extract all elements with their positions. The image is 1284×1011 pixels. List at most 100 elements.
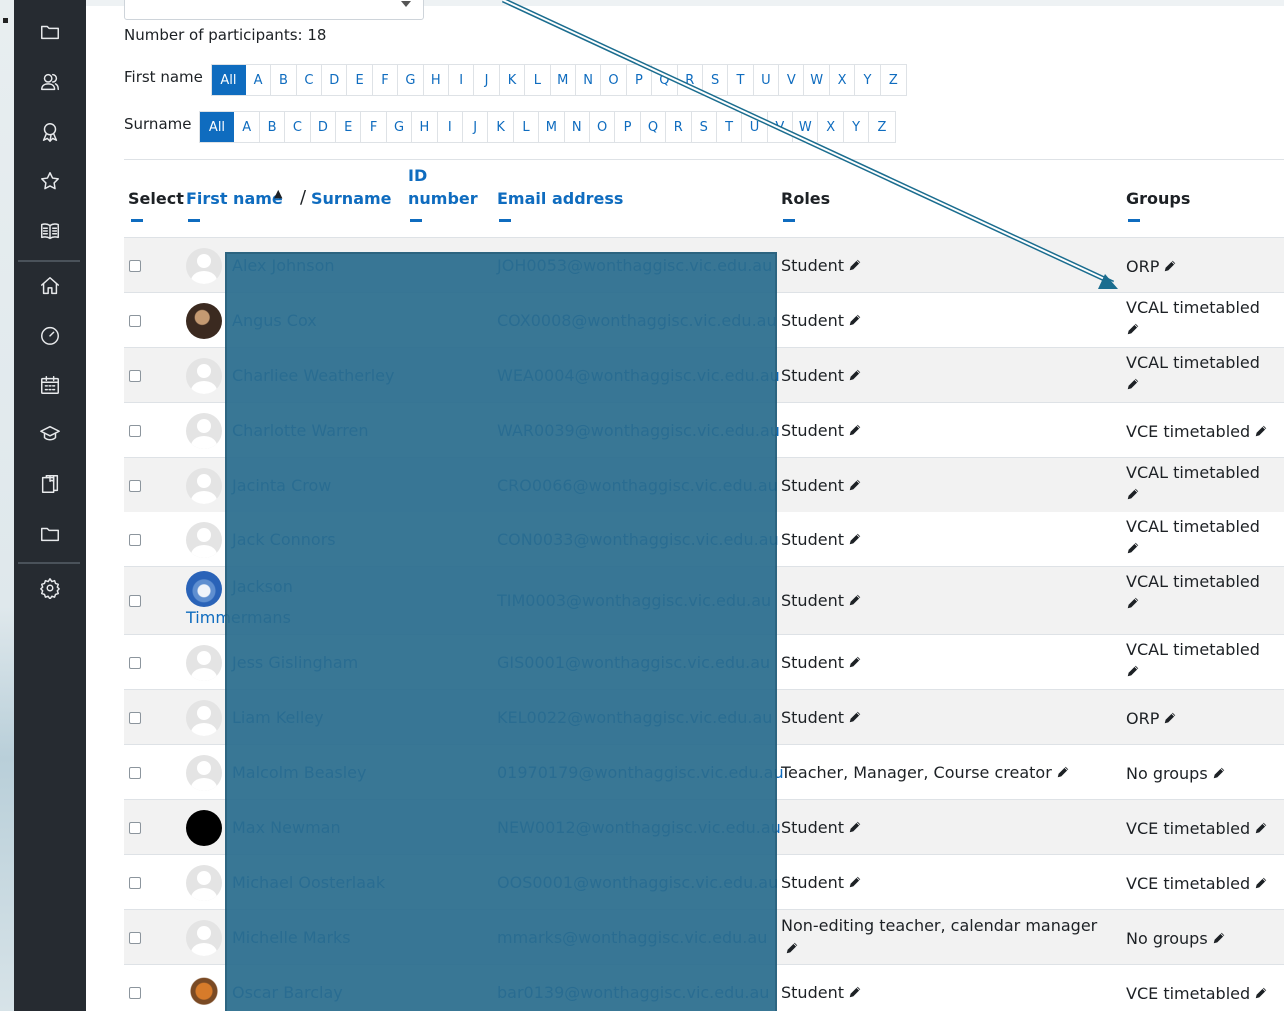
select-checkbox[interactable] xyxy=(129,876,141,889)
surname-letter-p[interactable]: P xyxy=(615,112,641,142)
edit-groups-pencil-icon[interactable] xyxy=(1254,421,1268,444)
edit-groups-pencil-icon[interactable] xyxy=(1126,319,1266,342)
surname-letter-k[interactable]: K xyxy=(488,112,514,142)
firstname-letter-h[interactable]: H xyxy=(423,65,449,95)
select-checkbox[interactable] xyxy=(129,595,141,607)
firstname-letter-l[interactable]: L xyxy=(525,65,551,95)
select-checkbox[interactable] xyxy=(129,766,141,779)
edit-groups-pencil-icon[interactable] xyxy=(1126,484,1266,507)
firstname-letter-y[interactable]: Y xyxy=(855,65,881,95)
firstname-letter-a[interactable]: A xyxy=(245,65,272,95)
firstname-letter-v[interactable]: V xyxy=(779,65,805,95)
firstname-letter-r[interactable]: R xyxy=(677,65,703,95)
edit-roles-pencil-icon[interactable] xyxy=(848,984,862,1003)
firstname-letter-g[interactable]: G xyxy=(398,65,424,95)
surname-sort-link[interactable]: Surname xyxy=(311,189,392,208)
edit-roles-pencil-icon[interactable] xyxy=(848,709,862,728)
participants-icon[interactable] xyxy=(14,62,86,102)
firstname-letter-w[interactable]: W xyxy=(804,65,830,95)
edit-roles-pencil-icon[interactable] xyxy=(785,938,799,961)
email-sort-link[interactable]: Email address xyxy=(497,189,623,208)
firstname-letter-t[interactable]: T xyxy=(728,65,754,95)
surname-letter-v[interactable]: V xyxy=(767,112,794,142)
idnumber-sort-link-line2[interactable]: number xyxy=(408,189,478,208)
firstname-letter-s[interactable]: S xyxy=(702,65,729,95)
firstname-all-button[interactable]: All xyxy=(211,65,246,95)
select-checkbox[interactable] xyxy=(129,259,141,272)
firstname-letter-c[interactable]: C xyxy=(296,65,323,95)
surname-letter-z[interactable]: Z xyxy=(869,112,895,142)
edit-roles-pencil-icon[interactable] xyxy=(848,531,862,550)
edit-roles-pencil-icon[interactable] xyxy=(848,367,862,386)
firstname-letter-k[interactable]: K xyxy=(499,65,526,95)
edit-groups-pencil-icon[interactable] xyxy=(1254,873,1268,896)
idnumber-collapse-dash[interactable] xyxy=(410,219,422,222)
surname-letter-b[interactable]: B xyxy=(259,112,286,142)
edit-roles-pencil-icon[interactable] xyxy=(848,477,862,496)
surname-letter-c[interactable]: C xyxy=(285,112,311,142)
edit-groups-pencil-icon[interactable] xyxy=(1163,708,1177,731)
edit-groups-pencil-icon[interactable] xyxy=(1254,818,1268,841)
courses-icon[interactable] xyxy=(14,414,86,454)
firstname-letter-d[interactable]: D xyxy=(322,65,348,95)
folder-icon[interactable] xyxy=(14,12,86,52)
surname-letter-g[interactable]: G xyxy=(386,112,413,142)
edit-roles-pencil-icon[interactable] xyxy=(848,422,862,441)
surname-letter-u[interactable]: U xyxy=(742,112,768,142)
firstname-letter-m[interactable]: M xyxy=(550,65,576,95)
surname-letter-d[interactable]: D xyxy=(310,112,337,142)
edit-roles-pencil-icon[interactable] xyxy=(848,874,862,893)
edit-roles-pencil-icon[interactable] xyxy=(1056,764,1070,783)
select-checkbox[interactable] xyxy=(129,533,141,546)
edit-groups-pencil-icon[interactable] xyxy=(1254,983,1268,1006)
surname-letter-t[interactable]: T xyxy=(716,112,743,142)
edit-groups-pencil-icon[interactable] xyxy=(1126,374,1266,397)
home-icon[interactable] xyxy=(14,266,86,306)
firstname-sort-link[interactable]: First name xyxy=(186,189,283,208)
edit-roles-pencil-icon[interactable] xyxy=(848,257,862,276)
edit-roles-pencil-icon[interactable] xyxy=(848,312,862,331)
surname-letter-r[interactable]: R xyxy=(666,112,692,142)
surname-letter-l[interactable]: L xyxy=(513,112,540,142)
edit-groups-pencil-icon[interactable] xyxy=(1126,593,1266,616)
edit-roles-pencil-icon[interactable] xyxy=(848,819,862,838)
select-checkbox[interactable] xyxy=(129,931,141,944)
surname-letter-w[interactable]: W xyxy=(793,112,819,142)
edit-groups-pencil-icon[interactable] xyxy=(1212,928,1226,951)
surname-letter-n[interactable]: N xyxy=(564,112,590,142)
surname-letter-q[interactable]: Q xyxy=(640,112,667,142)
grades-icon[interactable] xyxy=(14,211,86,251)
edit-groups-pencil-icon[interactable] xyxy=(1212,763,1226,786)
surname-all-button[interactable]: All xyxy=(200,112,235,142)
surname-letter-j[interactable]: J xyxy=(463,112,489,142)
edit-groups-pencil-icon[interactable] xyxy=(1126,538,1266,561)
private-files-icon[interactable] xyxy=(14,514,86,554)
competencies-icon[interactable] xyxy=(14,161,86,201)
site-admin-icon[interactable] xyxy=(14,568,86,608)
select-checkbox[interactable] xyxy=(129,986,141,999)
dashboard-icon[interactable] xyxy=(14,315,86,355)
surname-letter-a[interactable]: A xyxy=(234,112,260,142)
firstname-letter-n[interactable]: N xyxy=(575,65,602,95)
select-checkbox[interactable] xyxy=(129,479,141,492)
select-checkbox[interactable] xyxy=(129,821,141,834)
idnumber-sort-link-line1[interactable]: ID xyxy=(408,166,427,185)
surname-letter-x[interactable]: X xyxy=(818,112,844,142)
firstname-letter-o[interactable]: O xyxy=(601,65,627,95)
firstname-collapse-dash[interactable] xyxy=(188,219,200,222)
select-checkbox[interactable] xyxy=(129,369,141,382)
firstname-letter-q[interactable]: Q xyxy=(652,65,678,95)
firstname-letter-i[interactable]: I xyxy=(449,65,475,95)
firstname-letter-z[interactable]: Z xyxy=(880,65,907,95)
surname-letter-f[interactable]: F xyxy=(361,112,387,142)
surname-letter-m[interactable]: M xyxy=(539,112,565,142)
firstname-letter-b[interactable]: B xyxy=(271,65,297,95)
edit-roles-pencil-icon[interactable] xyxy=(848,592,862,611)
firstname-letter-p[interactable]: P xyxy=(626,65,653,95)
select-checkbox[interactable] xyxy=(129,711,141,724)
select-checkbox[interactable] xyxy=(129,656,141,669)
badges-icon[interactable] xyxy=(14,112,86,152)
surname-letter-h[interactable]: H xyxy=(412,112,438,142)
select-checkbox[interactable] xyxy=(129,424,141,437)
surname-letter-i[interactable]: I xyxy=(437,112,463,142)
